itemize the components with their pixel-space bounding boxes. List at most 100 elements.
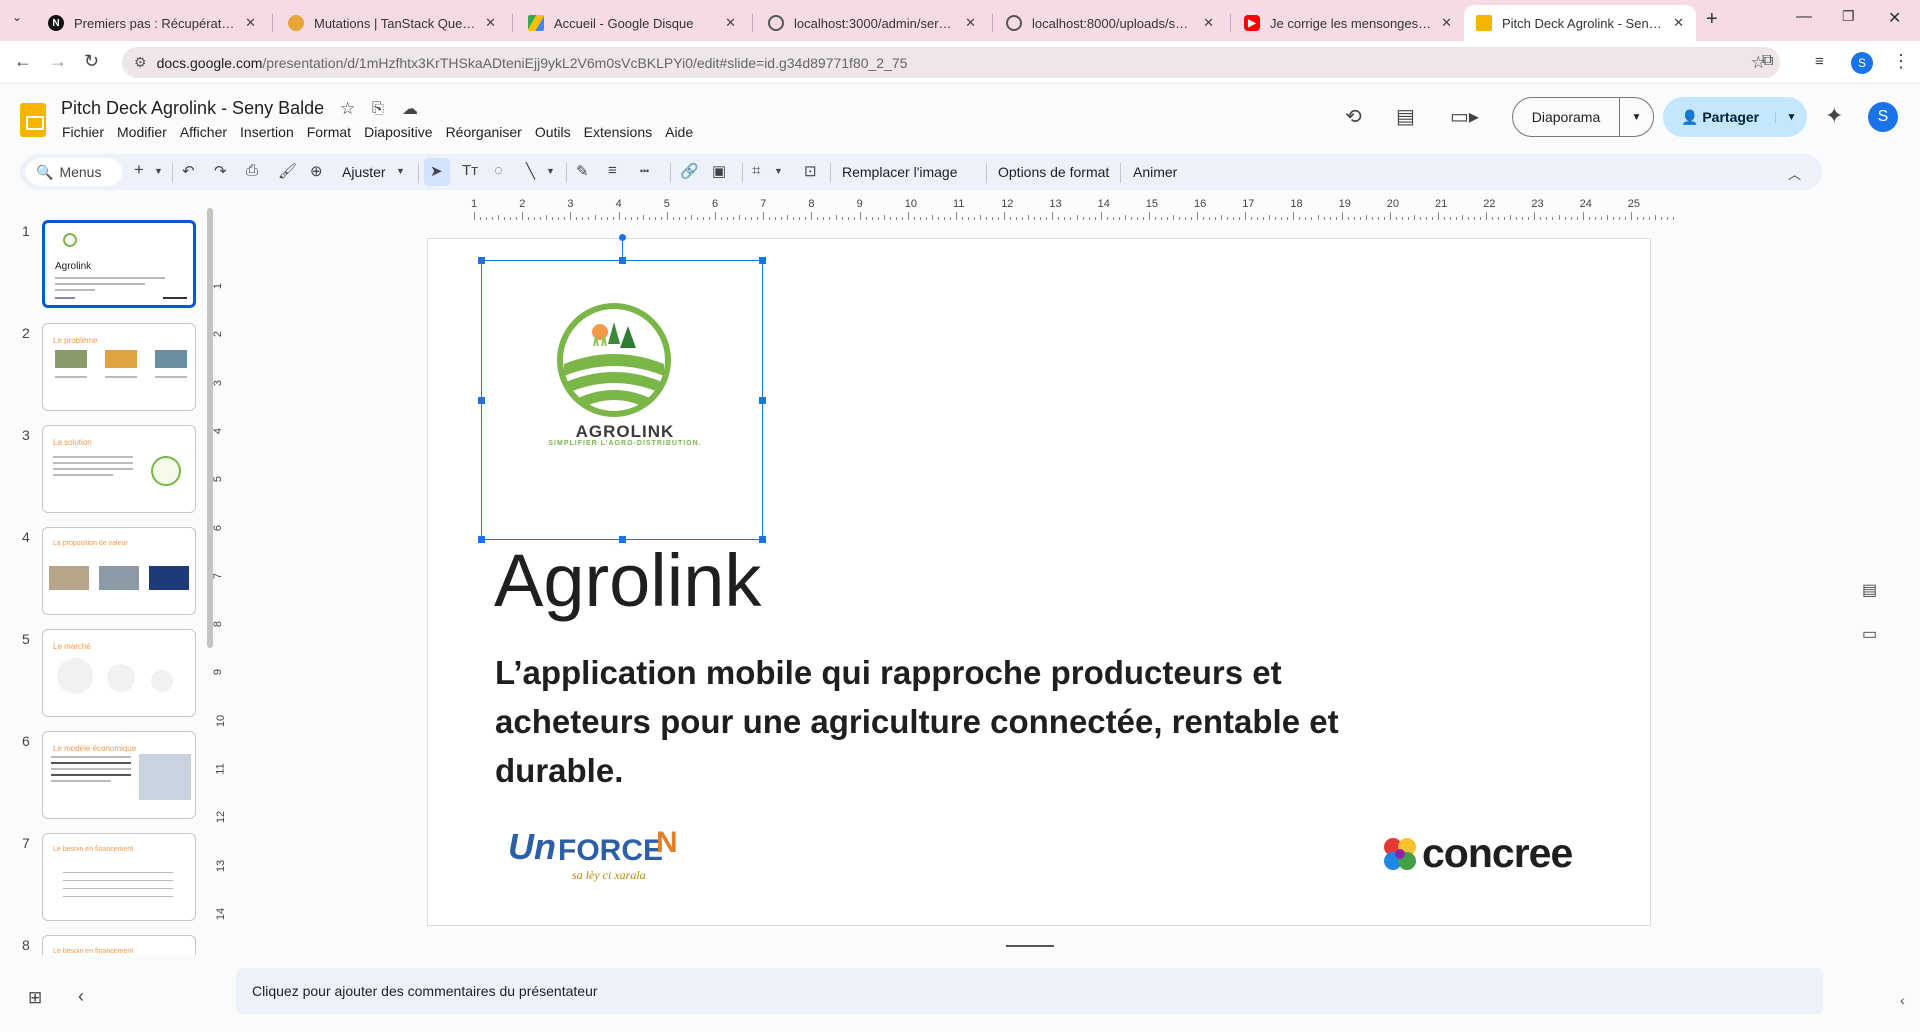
animate-button[interactable]: Animer [1133, 164, 1177, 180]
chevron-down-icon[interactable]: ▼ [1775, 111, 1807, 123]
shape-icon[interactable]: ◌ [494, 162, 503, 179]
rotate-handle[interactable] [619, 234, 626, 241]
slide-title[interactable]: Agrolink [494, 538, 761, 623]
menu-item[interactable]: Outils [535, 124, 571, 140]
move-folder-icon[interactable]: ⎘ [372, 100, 384, 117]
back-icon[interactable]: ← [14, 51, 32, 72]
document-title[interactable]: Pitch Deck Agrolink - Seny Balde [61, 98, 324, 119]
history-icon[interactable]: ⟲ [1345, 104, 1362, 129]
close-icon[interactable]: ✕ [1673, 15, 1684, 31]
menu-item[interactable]: Afficher [180, 124, 227, 140]
folder-icon[interactable]: ▭ [1862, 624, 1877, 644]
menu-item[interactable]: Insertion [240, 124, 294, 140]
close-icon[interactable]: ✕ [1203, 15, 1214, 31]
minimize-icon[interactable]: — [1796, 8, 1812, 26]
menu-item[interactable]: Diapositive [364, 124, 432, 140]
menus-search-input[interactable]: 🔍 Menus [26, 158, 122, 186]
resize-handle[interactable] [759, 257, 766, 264]
extensions-icon[interactable]: ⧉ [1762, 52, 1773, 70]
media-control-icon[interactable]: ≡ [1815, 53, 1824, 70]
slide-thumbnail[interactable]: Agrolink [42, 220, 196, 308]
tab-search-icon[interactable]: ⌄ [12, 10, 22, 24]
resize-handle[interactable] [759, 397, 766, 404]
zoom-select[interactable]: Ajuster [342, 164, 386, 180]
keep-icon[interactable]: ▤ [1862, 580, 1877, 600]
format-options-button[interactable]: Options de format [998, 164, 1109, 180]
redo-icon[interactable]: ↷ [214, 162, 227, 180]
meet-camera-icon[interactable]: ▭▸ [1450, 104, 1479, 129]
address-bar[interactable]: ⚙ docs.google.com/presentation/d/1mHzfht… [122, 47, 1780, 78]
forward-icon[interactable]: → [49, 51, 67, 72]
close-icon[interactable]: ✕ [1441, 15, 1452, 31]
menu-item[interactable]: Modifier [117, 124, 167, 140]
collapse-toolbar-icon[interactable]: ︿ [1788, 164, 1801, 183]
profile-avatar[interactable]: S [1851, 52, 1873, 74]
resize-handle[interactable] [619, 257, 626, 264]
border-color-icon[interactable]: ✎ [576, 162, 589, 180]
collapse-filmstrip-icon[interactable]: ‹ [78, 986, 84, 1007]
gemini-icon[interactable]: ✦ [1825, 103, 1843, 129]
slide-thumbnail[interactable]: Le problème [42, 323, 196, 411]
browser-tab[interactable]: localhost:8000/uploads/service ✕ [994, 6, 1226, 40]
avatar[interactable]: S [1868, 102, 1898, 132]
slide-subtitle[interactable]: L’application mobile qui rapproche produ… [495, 648, 1415, 795]
chevron-down-icon[interactable]: ▼ [546, 166, 555, 176]
chevron-down-icon[interactable]: ▼ [1619, 98, 1653, 136]
menu-item[interactable]: Réorganiser [446, 124, 522, 140]
slide-thumbnail[interactable]: Le marché [42, 629, 196, 717]
slide-thumbnail[interactable]: Le besoin en financement [42, 833, 196, 921]
resize-handle[interactable] [478, 257, 485, 264]
browser-tab[interactable]: Mutations | TanStack Query Rea ✕ [276, 6, 508, 40]
chevron-down-icon[interactable]: ▼ [154, 166, 163, 176]
slide-thumbnail[interactable]: La proposition de valeur [42, 527, 196, 615]
undo-icon[interactable]: ↶ [182, 162, 195, 180]
comments-icon[interactable]: ▤ [1396, 104, 1415, 129]
slides-logo-icon[interactable] [20, 103, 46, 137]
browser-tab[interactable]: localhost:3000/admin/service ✕ [756, 6, 988, 40]
reset-image-icon[interactable]: ⊡ [804, 162, 817, 180]
replace-image-button[interactable]: Remplacer l'image [842, 164, 958, 180]
zoom-icon[interactable]: ⊕ [310, 162, 323, 180]
menu-item[interactable]: Extensions [584, 124, 652, 140]
crop-icon[interactable]: ⌗ [752, 162, 760, 179]
resize-handle[interactable] [478, 397, 485, 404]
slideshow-button[interactable]: Diaporama ▼ [1512, 97, 1654, 137]
print-icon[interactable]: ⎙ [246, 162, 258, 179]
share-button[interactable]: 👤 Partager ▼ [1663, 97, 1807, 137]
resize-handle[interactable] [478, 536, 485, 543]
border-weight-icon[interactable]: ≡ [608, 162, 617, 179]
browser-tab[interactable]: ▶ Je corrige les mensonges de BF ✕ [1232, 6, 1464, 40]
close-icon[interactable]: ✕ [245, 15, 256, 31]
browser-menu-icon[interactable]: ⋮ [1892, 51, 1910, 72]
star-icon[interactable]: ☆ [340, 99, 355, 119]
speaker-notes[interactable]: Cliquez pour ajouter des commentaires du… [236, 968, 1823, 1014]
text-box-icon[interactable]: Tт [462, 162, 478, 179]
window-close-icon[interactable]: ✕ [1888, 8, 1901, 28]
slide-thumbnail[interactable]: Le besoin en financement [42, 935, 196, 955]
select-cursor-icon[interactable]: ➤ [430, 162, 443, 180]
grid-view-icon[interactable]: ⊞ [28, 988, 42, 1008]
slide-thumbnail[interactable]: La solution [42, 425, 196, 513]
chevron-down-icon[interactable]: ▼ [396, 166, 405, 176]
border-dash-icon[interactable]: ┅ [640, 162, 649, 180]
link-icon[interactable]: 🔗 [680, 162, 699, 180]
image-selection-box[interactable] [478, 234, 766, 543]
close-icon[interactable]: ✕ [965, 15, 976, 31]
browser-tab[interactable]: Accueil - Google Disque ✕ [516, 6, 748, 40]
restore-icon[interactable]: ❐ [1842, 8, 1855, 25]
menu-item[interactable]: Aide [665, 124, 693, 140]
new-slide-icon[interactable]: + [134, 160, 144, 180]
paint-format-icon[interactable]: 🖌 [278, 162, 297, 180]
browser-tab-active[interactable]: Pitch Deck Agrolink - Seny Bald ✕ [1464, 5, 1696, 41]
notes-resize-handle[interactable] [1006, 945, 1054, 947]
browser-tab[interactable]: N Premiers pas : Récupération de ✕ [36, 6, 268, 40]
close-icon[interactable]: ✕ [485, 15, 496, 31]
add-comment-icon[interactable]: ▣ [712, 162, 726, 180]
chevron-down-icon[interactable]: ▼ [774, 166, 783, 176]
close-icon[interactable]: ✕ [725, 15, 736, 31]
menu-item[interactable]: Fichier [62, 124, 104, 140]
site-settings-icon[interactable]: ⚙ [134, 54, 147, 71]
concree-logo[interactable]: concree [1382, 830, 1573, 877]
reload-icon[interactable]: ↻ [84, 51, 99, 72]
new-tab-button[interactable]: + [1706, 8, 1718, 31]
